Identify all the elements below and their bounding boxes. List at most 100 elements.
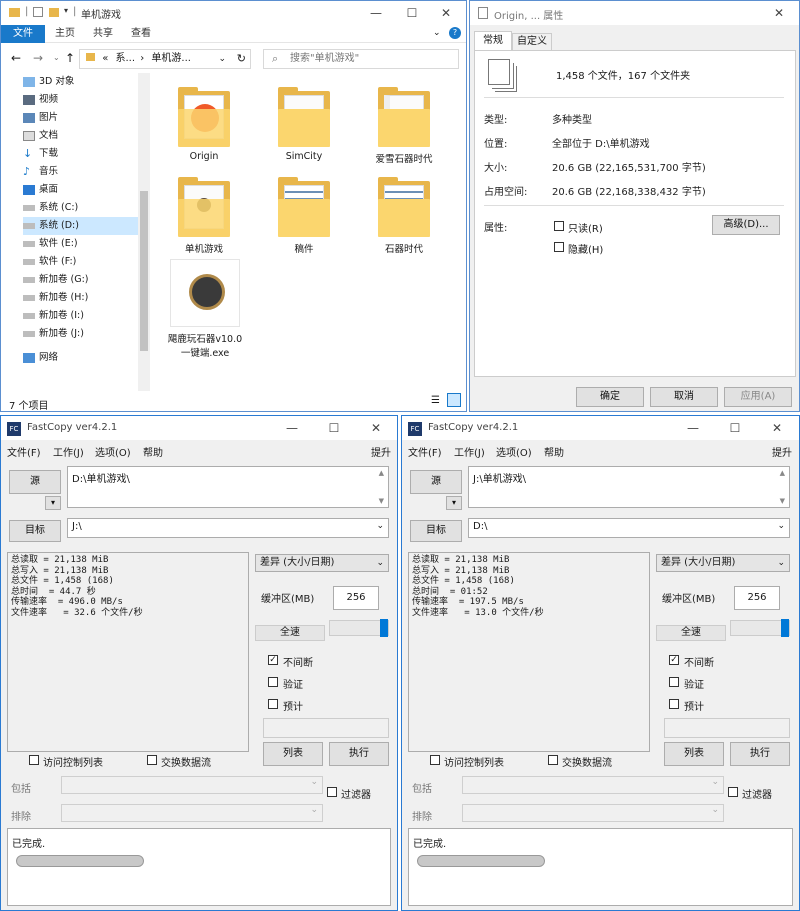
elevate-link[interactable]: 提升 <box>772 444 792 459</box>
tab-custom[interactable]: 自定义 <box>512 33 552 51</box>
tab-share[interactable]: 共享 <box>93 25 113 43</box>
menu-file[interactable]: 文件(F) <box>408 444 442 459</box>
close-button[interactable]: ✕ <box>762 419 792 437</box>
checkbox-quick-icon[interactable] <box>33 7 43 17</box>
menu-job[interactable]: 工作(J) <box>454 444 485 459</box>
chevron-down-icon[interactable]: ⌄ <box>777 521 785 531</box>
destination-path-input[interactable]: D:\ ⌄ <box>468 518 790 538</box>
acl-checkbox[interactable] <box>430 755 440 765</box>
buffer-input[interactable]: 256 <box>333 586 379 610</box>
menu-job[interactable]: 工作(J) <box>53 444 84 459</box>
execute-button[interactable]: 执行 <box>730 742 790 766</box>
tab-view[interactable]: 查看 <box>131 25 151 43</box>
minimize-button[interactable]: — <box>361 4 391 22</box>
address-bar[interactable]: « 系... › 单机游... ⌄ ↻ <box>79 49 251 69</box>
close-button[interactable]: ✕ <box>764 4 794 22</box>
tab-general[interactable]: 常规 <box>474 31 512 51</box>
source-button[interactable]: 源 <box>410 470 462 494</box>
buffer-input[interactable]: 256 <box>734 586 780 610</box>
tree-item-drive-i[interactable]: 新加卷 (I:) <box>23 307 138 325</box>
verify-checkbox[interactable] <box>669 677 679 687</box>
minimize-button[interactable]: — <box>277 419 307 437</box>
ok-button[interactable]: 确定 <box>576 387 644 407</box>
tree-item-music[interactable]: ♪ 音乐 <box>23 163 138 181</box>
menu-options[interactable]: 选项(O) <box>95 444 131 459</box>
mode-select[interactable]: 差异 (大小/日期) ⌄ <box>255 554 389 572</box>
tree-item-drive-e[interactable]: 软件 (E:) <box>23 235 138 253</box>
speed-slider[interactable] <box>730 619 790 637</box>
list-button[interactable]: 列表 <box>664 742 724 766</box>
recent-icon[interactable]: ⌄ <box>53 53 60 62</box>
address-segment[interactable]: 单机游... <box>151 53 191 64</box>
minimize-button[interactable]: — <box>678 419 708 437</box>
large-icons-view-icon[interactable] <box>447 393 461 407</box>
list-button[interactable]: 列表 <box>263 742 323 766</box>
maximize-button[interactable]: ☐ <box>720 419 750 437</box>
tree-item-drive-j[interactable]: 新加卷 (J:) <box>23 325 138 343</box>
chevron-down-icon[interactable]: ⌄ <box>376 521 384 531</box>
tree-item-3d[interactable]: 3D 对象 <box>23 73 138 91</box>
verify-checkbox[interactable] <box>268 677 278 687</box>
tree-item-docs[interactable]: 文档 <box>23 127 138 145</box>
source-path-input[interactable]: J:\单机游戏\ ▲ ▼ <box>468 466 790 508</box>
nonstop-checkbox[interactable]: ✓ <box>669 655 679 665</box>
destination-button[interactable]: 目标 <box>410 520 462 542</box>
source-history-button[interactable]: ▾ <box>446 496 462 510</box>
folder-gaojian[interactable]: 稿件 <box>269 177 339 255</box>
nav-scrollbar[interactable] <box>138 73 150 391</box>
refresh-icon[interactable]: ↻ <box>237 50 246 68</box>
execute-button[interactable]: 执行 <box>329 742 389 766</box>
nonstop-checkbox[interactable]: ✓ <box>268 655 278 665</box>
cancel-button[interactable]: 取消 <box>650 387 718 407</box>
speed-slider[interactable] <box>329 619 389 637</box>
address-segment[interactable]: 系... <box>116 53 136 64</box>
address-overflow[interactable]: « <box>102 53 108 64</box>
source-history-button[interactable]: ▾ <box>45 496 61 510</box>
folder-shiqi[interactable]: 石器时代 <box>369 177 439 255</box>
tree-item-desktop[interactable]: 桌面 <box>23 181 138 199</box>
speed-slider-thumb[interactable] <box>380 619 388 637</box>
tree-item-network[interactable]: 网络 <box>23 349 138 367</box>
folder-aixue[interactable]: 爱雪石器时代 <box>369 87 439 165</box>
estimate-checkbox[interactable] <box>268 699 278 709</box>
address-dropdown-icon[interactable]: ⌄ <box>218 50 226 68</box>
tree-item-drive-g[interactable]: 新加卷 (G:) <box>23 271 138 289</box>
tree-item-drive-f[interactable]: 软件 (F:) <box>23 253 138 271</box>
nav-scrollbar-thumb[interactable] <box>140 191 148 351</box>
hidden-checkbox[interactable] <box>554 242 564 252</box>
source-path-input[interactable]: D:\单机游戏\ ▲ ▼ <box>67 466 389 508</box>
details-view-icon[interactable]: ☰ <box>431 395 440 406</box>
tree-item-video[interactable]: 视频 <box>23 91 138 109</box>
scroll-down-icon[interactable]: ▼ <box>379 497 384 505</box>
advanced-button[interactable]: 高级(D)... <box>712 215 780 235</box>
folder-origin[interactable]: Origin <box>169 87 239 162</box>
filter-checkbox[interactable] <box>728 787 738 797</box>
scroll-up-icon[interactable]: ▲ <box>780 469 785 477</box>
back-icon[interactable]: ← <box>11 51 21 65</box>
acl-checkbox[interactable] <box>29 755 39 765</box>
apply-button[interactable]: 应用(A) <box>724 387 792 407</box>
close-button[interactable]: ✕ <box>361 419 391 437</box>
menu-options[interactable]: 选项(O) <box>496 444 532 459</box>
tab-file[interactable]: 文件 <box>1 25 45 43</box>
tree-item-drive-h[interactable]: 新加卷 (H:) <box>23 289 138 307</box>
scroll-down-icon[interactable]: ▼ <box>780 497 785 505</box>
scroll-up-icon[interactable]: ▲ <box>379 469 384 477</box>
forward-icon[interactable]: → <box>33 51 43 65</box>
include-input[interactable]: ⌄ <box>61 776 323 794</box>
exclude-input[interactable]: ⌄ <box>462 804 724 822</box>
expand-ribbon-icon[interactable]: ⌄ <box>433 28 441 38</box>
dropdown-icon[interactable]: ▾ <box>64 6 68 15</box>
folder-danji[interactable]: 单机游戏 <box>169 177 239 255</box>
up-icon[interactable]: ↑ <box>65 51 75 65</box>
tree-item-drive-c[interactable]: 系统 (C:) <box>23 199 138 217</box>
speed-slider-thumb[interactable] <box>781 619 789 637</box>
elevate-link[interactable]: 提升 <box>371 444 391 459</box>
estimate-checkbox[interactable] <box>669 699 679 709</box>
menu-help[interactable]: 帮助 <box>544 444 564 459</box>
include-input[interactable]: ⌄ <box>462 776 724 794</box>
source-button[interactable]: 源 <box>9 470 61 494</box>
destination-path-input[interactable]: J:\ ⌄ <box>67 518 389 538</box>
close-button[interactable]: ✕ <box>431 4 461 22</box>
mode-select[interactable]: 差异 (大小/日期) ⌄ <box>656 554 790 572</box>
